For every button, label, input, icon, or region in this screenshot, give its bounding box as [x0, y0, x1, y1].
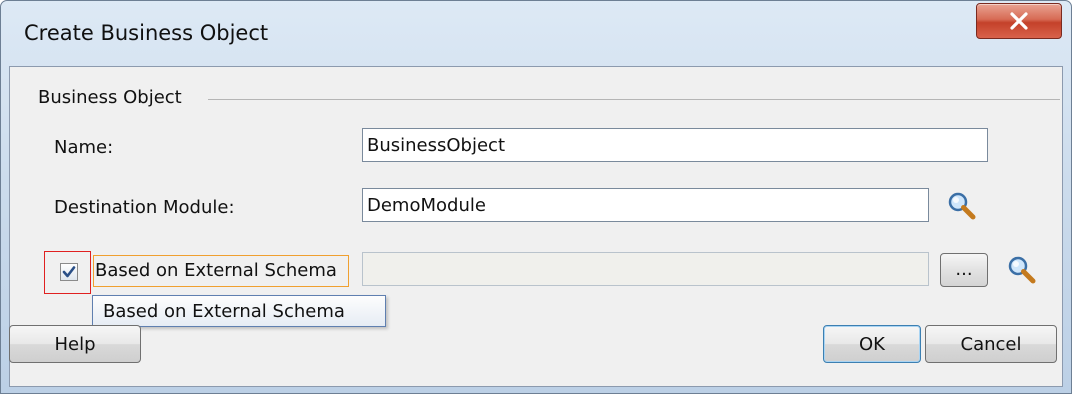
ok-button[interactable]: OK	[823, 325, 921, 363]
dialog-title: Create Business Object	[24, 21, 269, 45]
external-schema-label[interactable]: Based on External Schema	[95, 260, 337, 281]
cancel-button[interactable]: Cancel	[925, 325, 1057, 363]
create-business-object-dialog: Create Business Object Business Object N…	[0, 0, 1072, 394]
external-schema-field	[362, 252, 929, 286]
destination-module-field[interactable]	[362, 188, 929, 222]
group-divider	[208, 99, 1060, 100]
name-label: Name:	[54, 137, 114, 158]
external-schema-checkbox[interactable]	[60, 263, 78, 281]
help-button[interactable]: Help	[9, 325, 141, 363]
tooltip: Based on External Schema	[92, 295, 386, 327]
business-object-group: Business Object	[38, 87, 1060, 109]
title-bar[interactable]: Create Business Object	[1, 1, 1071, 65]
close-icon	[1010, 12, 1028, 30]
name-field[interactable]	[362, 128, 988, 162]
group-label: Business Object	[38, 87, 190, 108]
search-icon[interactable]	[947, 191, 977, 221]
destination-module-label: Destination Module:	[54, 197, 235, 218]
dialog-content: Business Object Name: Destination Module…	[9, 66, 1063, 387]
close-button[interactable]	[976, 3, 1062, 39]
search-icon[interactable]	[1007, 255, 1037, 285]
checkmark-icon	[62, 266, 76, 278]
browse-button[interactable]: ...	[940, 253, 988, 287]
